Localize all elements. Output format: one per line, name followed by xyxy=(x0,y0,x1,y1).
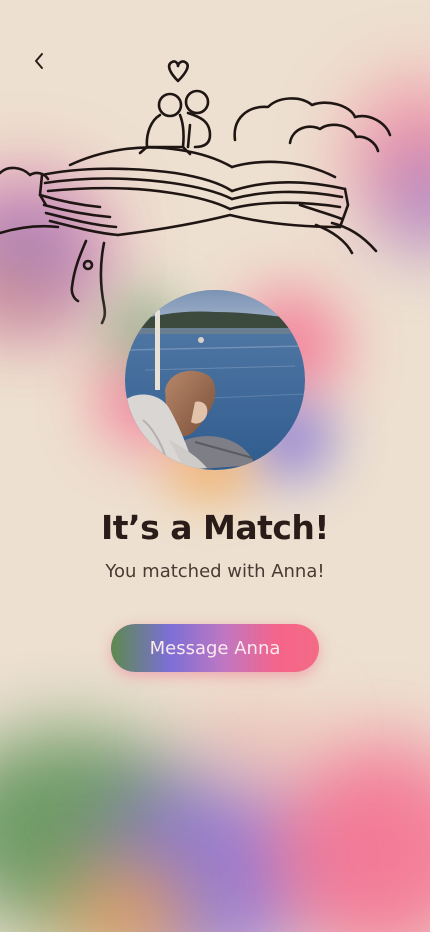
match-screen: It’s a Match! You matched with Anna! Mes… xyxy=(0,0,430,932)
match-title: It’s a Match! xyxy=(101,508,329,547)
profile-photo-container xyxy=(95,290,345,500)
profile-photo-image xyxy=(125,290,305,470)
message-button-label: Message Anna xyxy=(149,637,281,659)
profile-photo[interactable] xyxy=(125,290,305,470)
match-subtitle: You matched with Anna! xyxy=(105,561,325,582)
message-button[interactable]: Message Anna xyxy=(111,624,319,672)
